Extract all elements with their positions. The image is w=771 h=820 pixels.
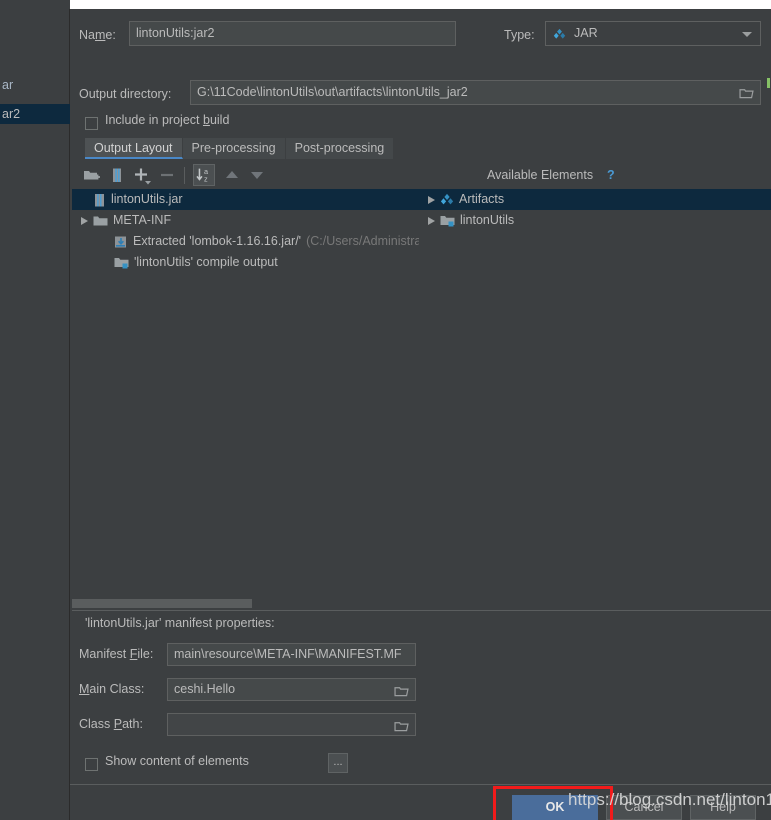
manifest-file-label: Manifest File: — [79, 647, 154, 661]
manifest-file-value: main\resource\META-INF\MANIFEST.MF — [174, 647, 402, 661]
top-left-dark-strip — [0, 0, 70, 9]
browse-folder-icon[interactable] — [739, 87, 754, 99]
tree-row[interactable]: lintonUtils.jar — [72, 189, 419, 210]
tree-row[interactable]: META-INF — [72, 210, 419, 231]
expand-arrow-icon[interactable] — [428, 195, 435, 204]
add-directory-icon[interactable] — [81, 164, 103, 186]
toolbar-separator — [184, 167, 185, 184]
tree-row-label: META-INF — [113, 213, 172, 227]
tree-row-label: Extracted 'lombok-1.16.16.jar/' — [133, 234, 302, 248]
artifact-list-item-label: ar2 — [2, 107, 21, 121]
move-down-icon — [246, 164, 268, 186]
artifact-list-item-label: ar — [2, 78, 14, 92]
class-path-input[interactable] — [167, 713, 416, 736]
divider — [419, 610, 771, 611]
chevron-down-icon — [742, 32, 752, 37]
add-plus-dropdown-icon[interactable] — [131, 164, 153, 186]
type-dropdown-value: JAR — [574, 26, 598, 40]
move-up-icon — [221, 164, 243, 186]
cancel-button[interactable]: Cancel — [606, 795, 682, 820]
output-directory-value: G:\11Code\lintonUtils\out\artifacts\lint… — [197, 85, 468, 99]
name-label: Name: — [79, 28, 116, 42]
top-white-strip — [0, 0, 771, 9]
expand-arrow-icon[interactable] — [81, 216, 88, 225]
class-path-label: Class Path: — [79, 717, 143, 731]
tree-row[interactable]: Artifacts — [419, 189, 771, 210]
artifact-list-item-selected[interactable]: ar2 — [0, 104, 70, 124]
help-button[interactable]: Help — [690, 795, 756, 820]
available-elements-title: Available Elements — [487, 168, 594, 182]
artifact-diamond-icon — [553, 28, 566, 39]
scrollbar-thumb[interactable] — [72, 599, 252, 608]
artifact-diamond-icon — [440, 193, 454, 207]
remove-minus-icon — [156, 164, 178, 186]
manifest-file-input[interactable]: main\resource\META-INF\MANIFEST.MF — [167, 643, 416, 666]
output-directory-label: Output directory: — [79, 87, 172, 101]
ok-button[interactable]: OK — [512, 795, 598, 820]
layout-toolbar: a z — [72, 163, 771, 188]
module-output-icon — [440, 214, 455, 227]
available-elements-tree[interactable]: Artifacts lintonUtils — [419, 189, 771, 592]
tree-horizontal-scrollbar[interactable] — [72, 599, 419, 608]
type-dropdown[interactable]: JAR — [545, 21, 761, 46]
tree-row[interactable]: Extracted 'lombok-1.16.16.jar/' (C:/User… — [72, 231, 419, 252]
folder-icon — [93, 214, 108, 227]
include-in-project-build-checkbox[interactable] — [85, 117, 98, 130]
tree-row-label: lintonUtils — [460, 213, 515, 227]
main-class-label: Main Class: — [79, 682, 145, 696]
tree-row[interactable]: lintonUtils — [419, 210, 771, 231]
manifest-properties-title: 'lintonUtils.jar' manifest properties: — [85, 616, 275, 630]
add-archive-icon[interactable] — [106, 164, 128, 186]
main-class-input[interactable]: ceshi.Hello — [167, 678, 416, 701]
svg-text:z: z — [204, 174, 208, 183]
extracted-archive-icon — [114, 235, 128, 249]
tab-pre-processing[interactable]: Pre-processing — [182, 138, 286, 159]
output-layout-tree[interactable]: lintonUtils.jar META-INF Extracted 'lomb… — [72, 189, 419, 592]
tab-post-processing[interactable]: Post-processing — [285, 138, 395, 159]
editor-marker-icon — [767, 78, 770, 88]
divider — [72, 610, 419, 611]
show-content-of-elements-label: Show content of elements — [105, 754, 249, 768]
expand-arrow-icon[interactable] — [428, 216, 435, 225]
artifacts-list-pane: ar ar2 — [0, 9, 70, 820]
tree-row-label: lintonUtils.jar — [111, 192, 183, 206]
tab-output-layout[interactable]: Output Layout — [85, 138, 183, 159]
tree-row[interactable]: 'lintonUtils' compile output — [72, 252, 419, 273]
sort-alphabetically-icon[interactable]: a z — [193, 164, 215, 186]
help-question-icon[interactable]: ? — [607, 168, 615, 182]
artifact-list-item[interactable]: ar — [0, 75, 70, 95]
main-class-value: ceshi.Hello — [174, 682, 236, 696]
show-content-of-elements-checkbox[interactable] — [85, 758, 98, 771]
show-content-options-button[interactable]: ... — [328, 753, 348, 773]
name-input[interactable]: lintonUtils:jar2 — [129, 21, 456, 46]
type-label: Type: — [504, 28, 535, 42]
divider — [70, 784, 771, 785]
module-output-icon — [114, 256, 129, 269]
artifact-config-dialog: Name: lintonUtils:jar2 Type: JAR Output … — [70, 9, 771, 820]
tree-row-label: 'lintonUtils' compile output — [134, 255, 278, 269]
tree-row-label: Artifacts — [459, 192, 505, 206]
jar-archive-icon — [93, 193, 106, 207]
tree-row-sublabel: (C:/Users/Administrat — [306, 234, 419, 248]
output-directory-input[interactable]: G:\11Code\lintonUtils\out\artifacts\lint… — [190, 80, 761, 105]
browse-folder-icon[interactable] — [394, 720, 409, 732]
browse-folder-icon[interactable] — [394, 685, 409, 697]
screenshot-root: ar ar2 Name: lintonUtils:jar2 Type: JAR … — [0, 0, 771, 820]
layout-tabs: Output Layout Pre-processing Post-proces… — [85, 138, 395, 159]
include-in-project-build-label: Include in project build — [105, 113, 230, 127]
